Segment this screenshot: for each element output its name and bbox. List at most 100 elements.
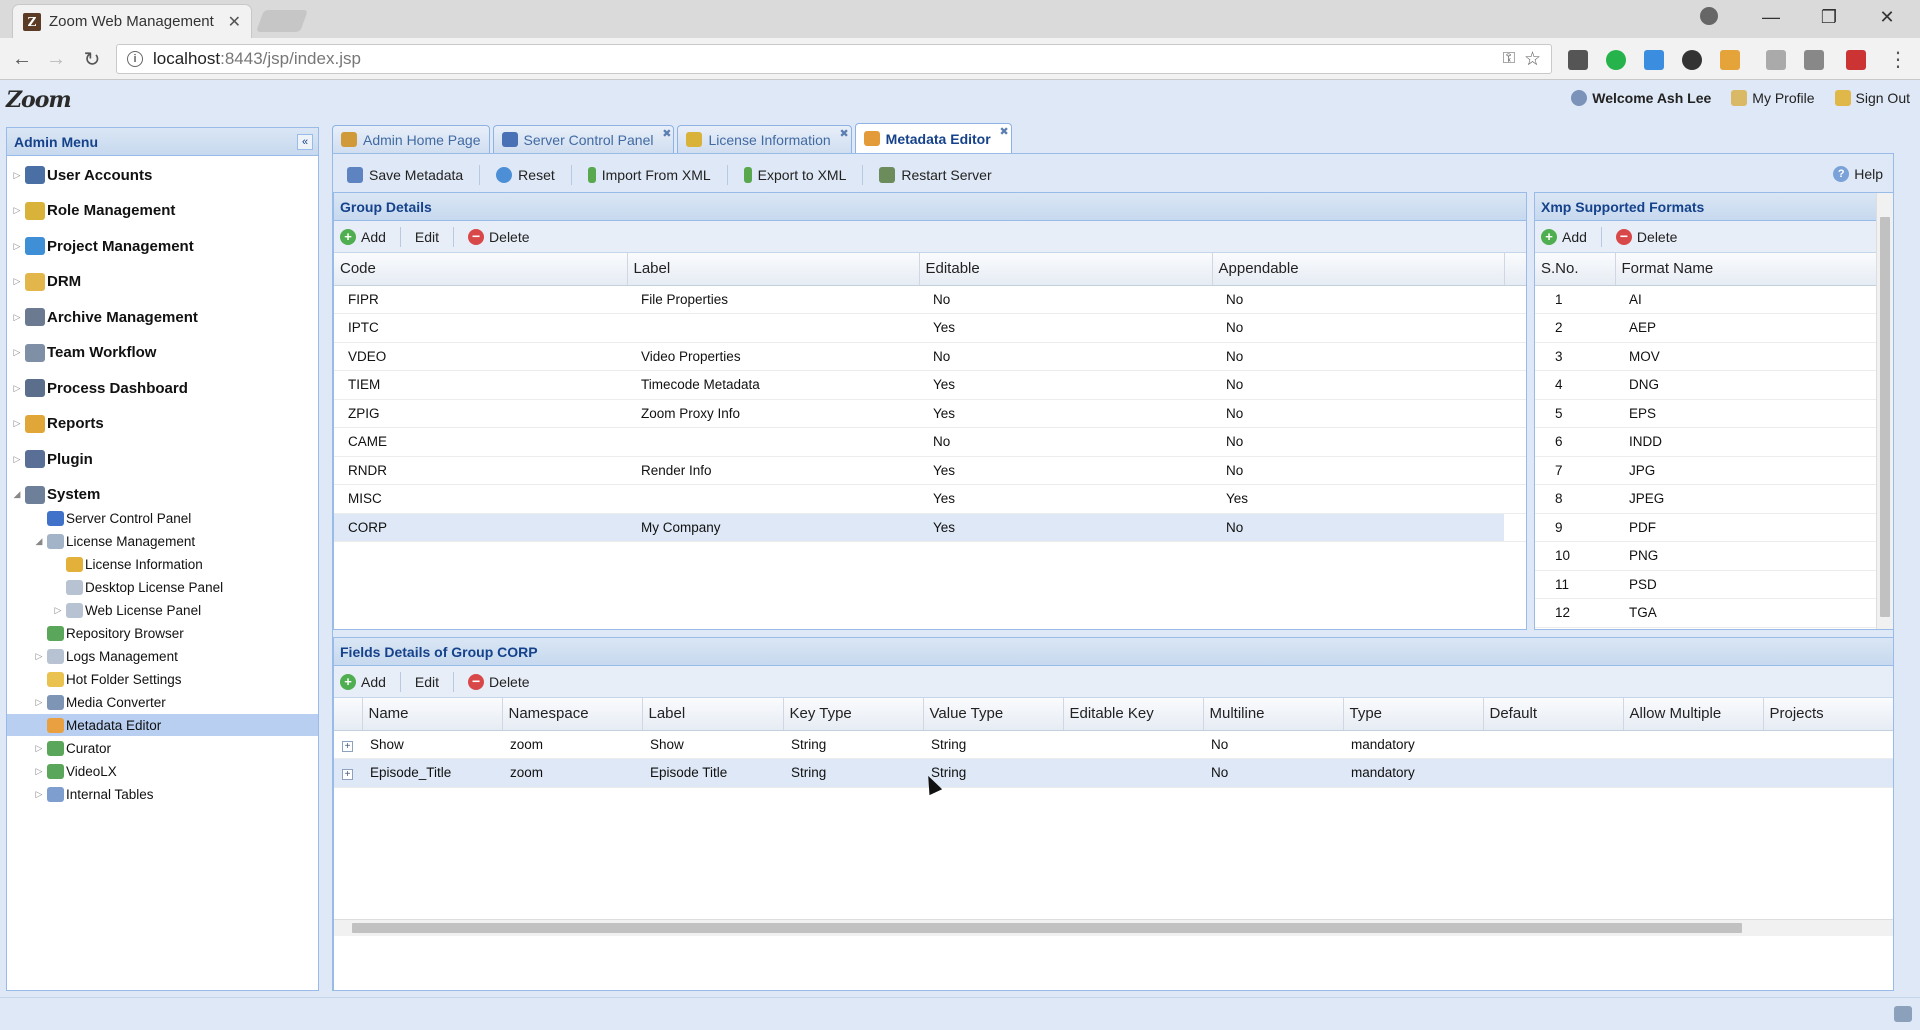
sidebar-item-user-accounts[interactable]: ▷ User Accounts: [11, 164, 152, 186]
table-row[interactable]: IPTC Yes No: [334, 313, 1526, 343]
sidebar-item-system[interactable]: ◢ System: [11, 484, 100, 506]
column-header[interactable]: Projects: [1763, 698, 1893, 731]
collapsed-arrow-icon[interactable]: ▷: [11, 312, 23, 323]
tree-arrow-icon[interactable]: ▷: [33, 743, 45, 754]
sidebar-item-team-workflow[interactable]: ▷ Team Workflow: [11, 342, 156, 364]
column-header[interactable]: Editable Key: [1063, 698, 1204, 731]
column-header-spacer[interactable]: [1504, 253, 1526, 286]
table-row[interactable]: 8 JPEG: [1535, 484, 1878, 514]
table-row[interactable]: + Episode_Title zoom Episode Title String Str…: [334, 758, 1893, 788]
tab-admin-home-page[interactable]: Admin Home Page: [332, 125, 490, 153]
sidebar-item-role-management[interactable]: ▷ Role Management: [11, 200, 175, 222]
sidebar-item-metadata-editor[interactable]: Metadata Editor: [7, 714, 318, 736]
table-row[interactable]: 10 PNG: [1535, 541, 1878, 571]
extension-icon[interactable]: [1568, 50, 1588, 70]
table-row[interactable]: ZPIG Zoom Proxy Info Yes No: [334, 399, 1526, 428]
column-header[interactable]: Allow Multiple: [1623, 698, 1764, 731]
collapsed-arrow-icon[interactable]: ▷: [11, 418, 23, 429]
restart-server-button[interactable]: Restart Server: [871, 162, 999, 188]
row-expander-cell[interactable]: +: [334, 758, 362, 788]
export-xml-button[interactable]: Export to XML: [736, 162, 855, 188]
field-edit-button[interactable]: Edit: [415, 674, 439, 690]
menu-kebab-icon[interactable]: ⋮: [1884, 46, 1912, 72]
sidebar-item-archive-management[interactable]: ▷ Archive Management: [11, 306, 198, 328]
table-row[interactable]: CORP My Company Yes No: [334, 513, 1526, 542]
forward-icon[interactable]: →: [42, 46, 70, 72]
sidebar-item-reports[interactable]: ▷ Reports: [11, 413, 104, 435]
column-header[interactable]: Label: [642, 698, 784, 731]
column-header[interactable]: Value Type: [923, 698, 1064, 731]
expanded-arrow-icon[interactable]: ◢: [11, 489, 23, 500]
table-row[interactable]: MISC Yes Yes: [334, 484, 1526, 514]
table-row[interactable]: 5 EPS: [1535, 399, 1878, 428]
site-info-icon[interactable]: i: [127, 51, 143, 67]
scroll-thumb[interactable]: [352, 923, 1742, 933]
tree-arrow-icon[interactable]: ▷: [52, 605, 64, 616]
collapsed-arrow-icon[interactable]: ▷: [11, 205, 23, 216]
collapsed-arrow-icon[interactable]: ▷: [11, 170, 23, 181]
extension-icon[interactable]: [1804, 50, 1824, 70]
close-tab-icon[interactable]: ✕: [228, 12, 241, 32]
restore-icon[interactable]: ❐: [1800, 0, 1858, 34]
table-row[interactable]: 4 DNG: [1535, 370, 1878, 400]
bookmark-star-icon[interactable]: ☆: [1524, 48, 1541, 71]
sidebar-item-process-dashboard[interactable]: ▷ Process Dashboard: [11, 377, 188, 399]
field-add-button[interactable]: + Add: [340, 673, 386, 690]
tree-arrow-icon[interactable]: ▷: [33, 766, 45, 777]
expander-column-header[interactable]: [334, 698, 363, 731]
close-tab-icon[interactable]: ✖: [999, 125, 1008, 138]
table-row[interactable]: RNDR Render Info Yes No: [334, 456, 1526, 485]
table-row[interactable]: 6 INDD: [1535, 427, 1878, 457]
table-row[interactable]: VDEO Video Properties No No: [334, 342, 1526, 371]
my-profile-link[interactable]: My Profile: [1731, 90, 1815, 106]
sign-out-link[interactable]: Sign Out: [1834, 90, 1910, 106]
tab-server-control-panel[interactable]: Server Control Panel ✖: [492, 125, 675, 153]
group-delete-button[interactable]: − Delete: [468, 228, 530, 245]
sidebar-item-repository-browser[interactable]: Repository Browser: [7, 622, 318, 644]
sidebar-item-desktop-license-panel[interactable]: Desktop License Panel: [7, 576, 318, 598]
column-header[interactable]: Label: [627, 253, 920, 286]
expand-row-icon[interactable]: +: [342, 769, 353, 781]
sidebar-item-license-management[interactable]: ◢ License Management: [7, 530, 318, 552]
table-row[interactable]: TIEM Timecode Metadata Yes No: [334, 370, 1526, 400]
tree-arrow-icon[interactable]: ▷: [33, 789, 45, 800]
column-header[interactable]: Editable: [919, 253, 1213, 286]
table-row[interactable]: 9 PDF: [1535, 513, 1878, 542]
extension-icon[interactable]: [1766, 50, 1786, 70]
sidebar-item-hot-folder-settings[interactable]: Hot Folder Settings: [7, 668, 318, 690]
column-header[interactable]: Key Type: [783, 698, 924, 731]
sidebar-item-plugin[interactable]: ▷ Plugin: [11, 448, 93, 470]
moon-icon[interactable]: [1682, 50, 1702, 70]
collapsed-arrow-icon[interactable]: ▷: [11, 347, 23, 358]
tab-metadata-editor[interactable]: Metadata Editor ✖: [854, 123, 1012, 153]
new-tab-button[interactable]: [255, 10, 309, 32]
table-row[interactable]: FIPR File Properties No No: [334, 285, 1526, 314]
column-header[interactable]: Code: [334, 253, 628, 286]
xmp-add-button[interactable]: + Add: [1541, 228, 1587, 245]
close-window-icon[interactable]: ✕: [1858, 0, 1916, 34]
column-header[interactable]: Name: [362, 698, 503, 731]
column-header[interactable]: Default: [1483, 698, 1624, 731]
collapsed-arrow-icon[interactable]: ▷: [11, 454, 23, 465]
collapsed-arrow-icon[interactable]: ▷: [11, 276, 23, 287]
sidebar-item-logs-management[interactable]: ▷ Logs Management: [7, 645, 318, 667]
reload-icon[interactable]: ↻: [78, 46, 106, 72]
tree-arrow-icon[interactable]: ◢: [33, 536, 45, 547]
url-input[interactable]: i localhost:8443/jsp/index.jsp ⚿ ☆: [116, 44, 1552, 74]
table-row[interactable]: 7 JPG: [1535, 456, 1878, 485]
grammarly-icon[interactable]: [1606, 50, 1626, 70]
column-header[interactable]: Type: [1343, 698, 1484, 731]
group-add-button[interactable]: + Add: [340, 228, 386, 245]
column-header[interactable]: S.No.: [1535, 253, 1616, 286]
row-expander-cell[interactable]: +: [334, 730, 362, 759]
profile-icon[interactable]: [1700, 7, 1718, 25]
sidebar-item-internal-tables[interactable]: ▷ Internal Tables: [7, 783, 318, 805]
sidebar-item-videolx[interactable]: ▷ VideoLX: [7, 760, 318, 782]
extension-icon[interactable]: [1846, 50, 1866, 70]
tab-license-information[interactable]: License Information ✖: [677, 125, 852, 153]
sidebar-item-project-management[interactable]: ▷ Project Management: [11, 235, 194, 257]
close-tab-icon[interactable]: ✖: [662, 127, 671, 140]
minimize-icon[interactable]: —: [1742, 0, 1800, 34]
collapsed-arrow-icon[interactable]: ▷: [11, 241, 23, 252]
tree-arrow-icon[interactable]: ▷: [33, 651, 45, 662]
